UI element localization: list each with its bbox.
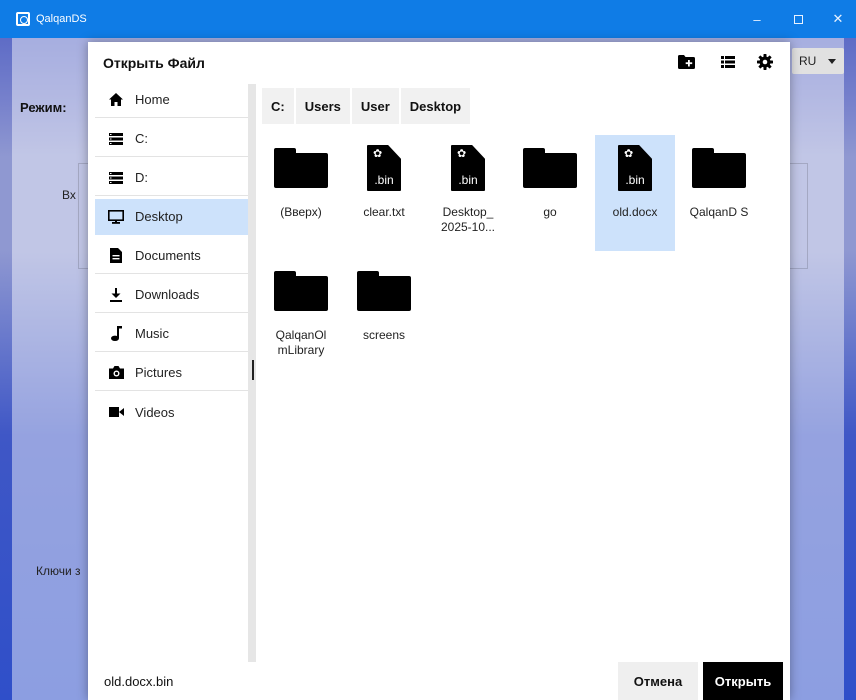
gear-icon xyxy=(757,54,773,70)
home-icon xyxy=(107,91,125,109)
file-name: QalqanD S xyxy=(689,205,749,219)
open-button[interactable]: Открыть xyxy=(703,662,783,700)
sidebar-item-downloads[interactable]: Downloads xyxy=(95,277,248,313)
selected-filename: old.docx.bin xyxy=(104,674,174,689)
file-item-go[interactable]: go xyxy=(510,135,590,220)
sidebar-item-documents[interactable]: Documents xyxy=(95,238,248,274)
file-item-old-docx[interactable]: ✿ .bin old.docx xyxy=(595,135,675,251)
close-window-button[interactable]: ✕ xyxy=(818,0,856,38)
breadcrumb-desktop[interactable]: Desktop xyxy=(400,88,471,124)
file-item-qalqands[interactable]: QalqanD S xyxy=(679,135,759,220)
drive-icon xyxy=(107,130,125,148)
mode-label: Режим: xyxy=(20,100,67,115)
list-view-icon xyxy=(721,56,735,68)
dialog-title: Открыть Файл xyxy=(103,55,205,71)
breadcrumb: C: Users User Desktop xyxy=(262,88,472,124)
file-item-screens[interactable]: screens xyxy=(344,258,424,343)
file-name: QalqanOl mLibrary xyxy=(275,328,327,357)
monitor-icon xyxy=(107,208,125,226)
sidebar-item-desktop[interactable]: Desktop xyxy=(95,199,248,235)
breadcrumb-user[interactable]: User xyxy=(351,88,399,124)
sidebar-item-videos[interactable]: Videos xyxy=(95,394,248,430)
file-name: (Вверх) xyxy=(280,205,322,219)
music-note-icon xyxy=(107,325,125,343)
cancel-button[interactable]: Отмена xyxy=(618,662,698,700)
sidebar-item-music[interactable]: Music xyxy=(95,316,248,352)
camera-icon xyxy=(107,364,125,382)
download-icon xyxy=(107,286,125,304)
sidebar-item-label: C: xyxy=(135,131,148,146)
folder-icon xyxy=(274,271,328,311)
file-name: screens xyxy=(362,328,406,342)
input-label: Вх xyxy=(62,188,76,202)
video-camera-icon xyxy=(107,403,125,421)
file-name: old.docx xyxy=(612,205,658,219)
sidebar-item-label: Videos xyxy=(135,404,175,420)
sidebar-item-pictures[interactable]: Pictures xyxy=(95,355,248,391)
sidebar-item-c-drive[interactable]: C: xyxy=(95,121,248,157)
maximize-icon xyxy=(793,14,803,24)
sidebar-item-label: Pictures xyxy=(135,365,182,380)
language-value: RU xyxy=(799,54,817,68)
folder-icon xyxy=(357,271,411,311)
sidebar-item-label: D: xyxy=(135,170,148,185)
open-file-dialog: Открыть Файл Home C: D: Desktop Document… xyxy=(88,42,790,700)
sidebar-item-d-drive[interactable]: D: xyxy=(95,160,248,196)
breadcrumb-users[interactable]: Users xyxy=(295,88,350,124)
window-titlebar: QalqanDS – ✕ xyxy=(0,0,856,38)
sidebar-item-label: Desktop xyxy=(135,209,183,224)
file-name: go xyxy=(543,205,557,219)
minimize-button[interactable]: – xyxy=(737,0,777,38)
sidebar-item-label: Music xyxy=(135,326,169,341)
file-item-desktop-2025[interactable]: ✿ .bin Desktop_ 2025-10... xyxy=(428,135,508,235)
resize-cursor xyxy=(252,360,254,380)
list-view-button[interactable] xyxy=(716,51,740,73)
settings-button[interactable] xyxy=(753,51,777,73)
chevron-down-icon xyxy=(828,58,837,64)
language-select[interactable]: RU xyxy=(792,48,844,74)
binary-file-icon: ✿ .bin xyxy=(618,145,652,191)
maximize-button[interactable] xyxy=(778,0,818,38)
app-logo-icon xyxy=(16,12,30,26)
keys-label: Ключи з xyxy=(36,564,81,578)
binary-file-icon: ✿ .bin xyxy=(451,145,485,191)
window-title: QalqanDS xyxy=(36,13,87,25)
breadcrumb-c-drive[interactable]: C: xyxy=(262,88,294,124)
places-sidebar: Home C: D: Desktop Documents Downloads M… xyxy=(88,82,248,660)
file-item-qalqanolmlibrary[interactable]: QalqanOl mLibrary xyxy=(261,258,341,358)
drive-icon xyxy=(107,169,125,187)
sidebar-item-label: Home xyxy=(135,92,170,107)
sidebar-item-home[interactable]: Home xyxy=(95,82,248,118)
file-item-clear-txt[interactable]: ✿ .bin clear.txt xyxy=(344,135,424,220)
sidebar-item-label: Documents xyxy=(135,248,201,263)
folder-icon xyxy=(274,148,328,188)
file-name: clear.txt xyxy=(363,205,405,219)
folder-icon xyxy=(523,148,577,188)
new-folder-button[interactable] xyxy=(674,51,698,73)
sidebar-item-label: Downloads xyxy=(135,287,200,302)
new-folder-icon xyxy=(677,55,695,69)
folder-icon xyxy=(692,148,746,188)
document-icon xyxy=(107,247,125,265)
file-item-up[interactable]: (Вверх) xyxy=(261,135,341,220)
file-name: Desktop_ 2025-10... xyxy=(440,205,496,234)
binary-file-icon: ✿ .bin xyxy=(367,145,401,191)
